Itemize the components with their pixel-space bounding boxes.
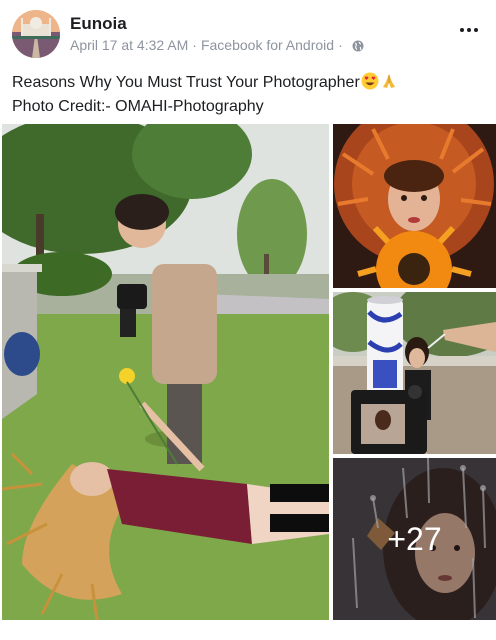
globe-icon[interactable] <box>352 39 364 52</box>
folded-hands-emoji <box>380 72 398 96</box>
post-timestamp[interactable]: April 17 at 4:32 AM <box>70 37 188 53</box>
main-photo[interactable] <box>2 124 329 620</box>
page-avatar[interactable] <box>12 10 60 58</box>
more-photos-overlay[interactable]: +27 <box>333 458 496 620</box>
caption-line-2: Photo Credit:- OMAHI-Photography <box>12 98 264 115</box>
more-photos-count: +27 <box>387 520 442 557</box>
meta-separator: · <box>338 37 343 53</box>
post-meta: April 17 at 4:32 AM · Facebook for Andro… <box>70 37 364 53</box>
photo-grid: +27 <box>0 124 496 620</box>
photo-thumbnail[interactable] <box>333 124 496 288</box>
post-source: Facebook for Android <box>200 37 335 53</box>
facebook-post: Eunoia April 17 at 4:32 AM · Facebook fo… <box>0 0 496 640</box>
more-options-icon[interactable] <box>456 17 482 43</box>
page-name[interactable]: Eunoia <box>70 14 127 34</box>
caption-line-1: Reasons Why You Must Trust Your Photogra… <box>12 72 482 96</box>
caption-text: Reasons Why You Must Trust Your Photogra… <box>12 74 360 91</box>
heart-eyes-emoji <box>361 72 379 96</box>
meta-separator: · <box>192 37 197 53</box>
photo-thumbnail[interactable] <box>333 292 496 454</box>
post-caption: Reasons Why You Must Trust Your Photogra… <box>12 72 482 117</box>
photo-thumbnail[interactable]: +27 <box>333 458 496 620</box>
